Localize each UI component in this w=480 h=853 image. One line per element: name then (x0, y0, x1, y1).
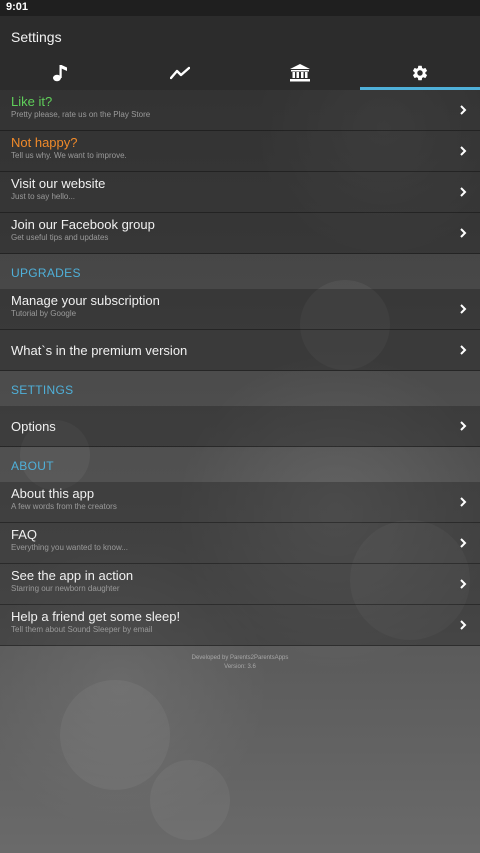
tab-music[interactable] (0, 56, 120, 90)
chevron-right-icon (460, 228, 467, 238)
developer-credit: Developed by Parents2ParentsApps (191, 655, 289, 661)
section-settings-label: SETTINGS (11, 383, 74, 397)
settings-list: Like it? Pretty please, rate us on the P… (0, 90, 480, 672)
app-in-action-subtitle: Starring our newborn daughter (11, 584, 120, 593)
chevron-right-icon (460, 497, 467, 507)
not-happy-title: Not happy? (11, 135, 78, 150)
like-it-subtitle: Pretty please, rate us on the Play Store (11, 110, 151, 119)
options-title: Options (11, 419, 56, 434)
page-title: Settings (11, 29, 62, 45)
section-upgrades: UPGRADES (0, 254, 480, 289)
section-about: ABOUT (0, 447, 480, 482)
about-app-title: About this app (11, 486, 95, 501)
manage-subscription-title: Manage your subscription (11, 293, 160, 308)
about-app-subtitle: A few words from the creators (11, 502, 117, 511)
faq-item[interactable]: FAQ Everything you wanted to know... (0, 523, 480, 564)
facebook-group-title: Join our Facebook group (11, 217, 155, 232)
chevron-right-icon (460, 538, 467, 548)
app-header: Settings (0, 16, 480, 56)
bank-icon (290, 64, 310, 82)
chevron-right-icon (460, 620, 467, 630)
not-happy-item[interactable]: Not happy? Tell us why. We want to impro… (0, 131, 480, 172)
music-note-icon (53, 65, 67, 82)
section-upgrades-label: UPGRADES (11, 266, 81, 280)
status-time: 9:01 (6, 1, 29, 13)
like-it-title: Like it? (11, 94, 53, 109)
footer: Developed by Parents2ParentsApps Version… (0, 654, 480, 672)
premium-version-item[interactable]: What`s in the premium version (0, 330, 480, 371)
chevron-right-icon (460, 345, 467, 355)
bokeh-decoration (60, 680, 170, 790)
chevron-right-icon (460, 421, 467, 431)
gear-icon (412, 65, 428, 81)
chevron-right-icon (460, 304, 467, 314)
tab-bar (0, 56, 480, 90)
options-item[interactable]: Options (0, 406, 480, 447)
chevron-right-icon (460, 579, 467, 589)
tab-settings[interactable] (360, 56, 480, 90)
chevron-right-icon (460, 146, 467, 156)
section-settings: SETTINGS (0, 371, 480, 406)
faq-subtitle: Everything you wanted to know... (11, 543, 128, 552)
chevron-right-icon (460, 187, 467, 197)
help-friend-subtitle: Tell them about Sound Sleeper by email (11, 625, 153, 634)
like-it-item[interactable]: Like it? Pretty please, rate us on the P… (0, 90, 480, 131)
facebook-group-item[interactable]: Join our Facebook group Get useful tips … (0, 213, 480, 254)
chart-line-icon (170, 66, 190, 80)
about-app-item[interactable]: About this app A few words from the crea… (0, 482, 480, 523)
section-about-label: ABOUT (11, 459, 54, 473)
help-friend-item[interactable]: Help a friend get some sleep! Tell them … (0, 605, 480, 646)
manage-subscription-item[interactable]: Manage your subscription Tutorial by Goo… (0, 289, 480, 330)
visit-website-subtitle: Just to say hello... (11, 192, 76, 201)
not-happy-subtitle: Tell us why. We want to improve. (11, 151, 127, 160)
app-in-action-title: See the app in action (11, 568, 134, 583)
manage-subscription-subtitle: Tutorial by Google (11, 309, 77, 318)
tab-bank[interactable] (240, 56, 360, 90)
app-version: Version: 3.6 (224, 664, 256, 670)
bokeh-decoration (150, 760, 230, 840)
tab-stats[interactable] (120, 56, 240, 90)
status-bar: 9:01 (0, 0, 480, 16)
visit-website-item[interactable]: Visit our website Just to say hello... (0, 172, 480, 213)
premium-version-title: What`s in the premium version (11, 343, 188, 358)
visit-website-title: Visit our website (11, 176, 106, 191)
app-in-action-item[interactable]: See the app in action Starring our newbo… (0, 564, 480, 605)
chevron-right-icon (460, 105, 467, 115)
faq-title: FAQ (11, 527, 38, 542)
facebook-group-subtitle: Get useful tips and updates (11, 233, 109, 242)
help-friend-title: Help a friend get some sleep! (11, 609, 181, 624)
